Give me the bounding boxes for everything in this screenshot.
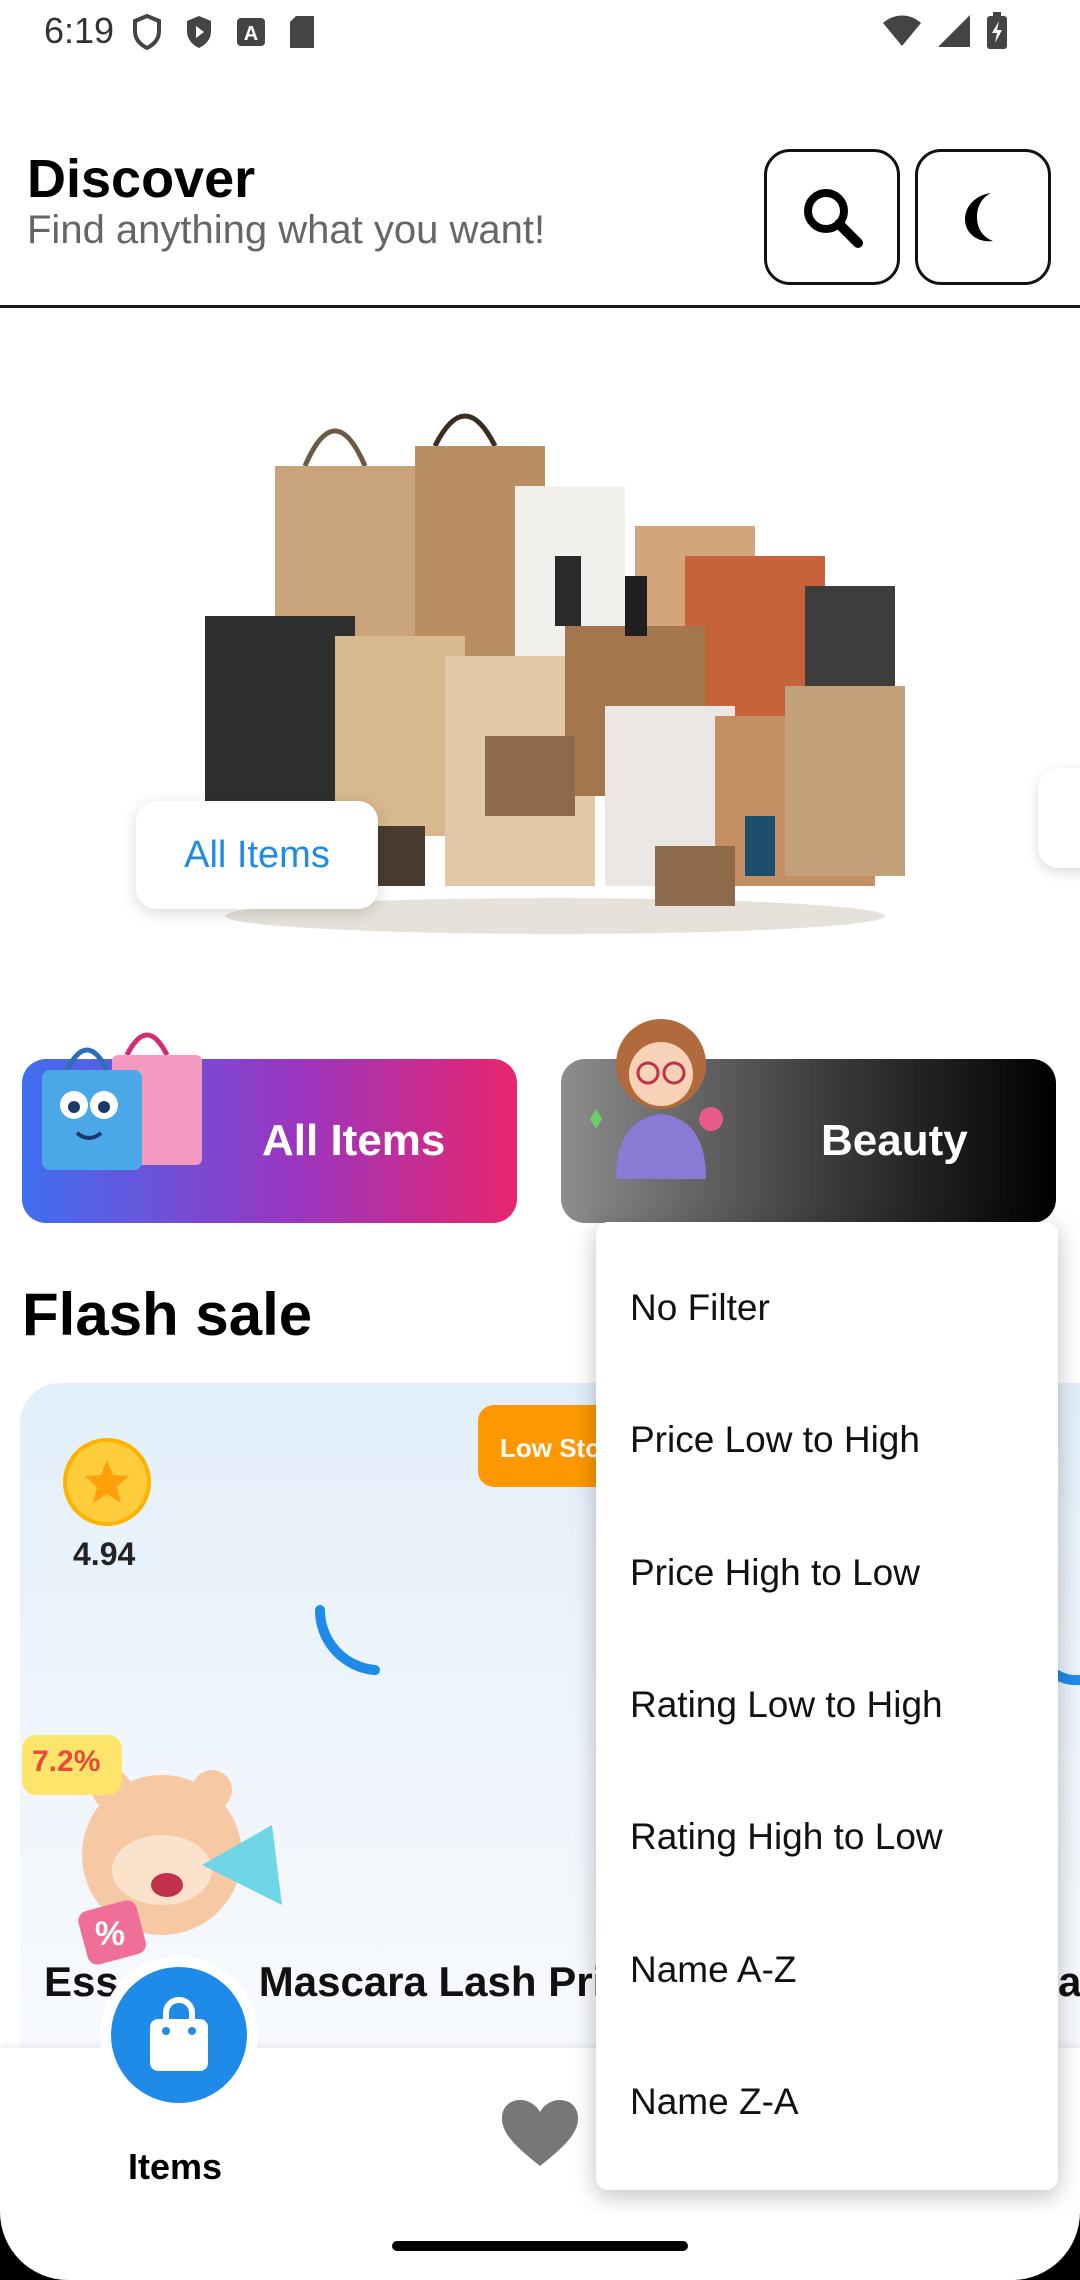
items-tab-label: Items	[128, 2146, 223, 2187]
screen: 6:19 A Discover Find anything what you w…	[0, 0, 1080, 2280]
sd-card-icon	[290, 16, 314, 48]
product-name-end: Mascara Lash Prin	[258, 1958, 630, 2005]
status-time: 6:19	[44, 10, 115, 51]
product-rating: 4.94	[73, 1536, 136, 1572]
page-title: Discover	[27, 149, 256, 209]
header: Discover Find anything what you want!	[0, 130, 1080, 308]
moon-icon	[965, 193, 993, 242]
discount-bear-image: % 7.2%	[22, 1735, 322, 1970]
sort-menu: No Filter Price Low to High Price High t…	[596, 1222, 1058, 2190]
page-subtitle: Find anything what you want!	[27, 208, 546, 252]
heart-icon[interactable]	[500, 2098, 580, 2168]
discount-percent: 7.2%	[32, 1745, 101, 1778]
shopping-bag-icon	[150, 1997, 208, 2071]
product-name-start: Ess	[44, 1958, 119, 2005]
beauty-character-icon	[590, 1019, 723, 1179]
theme-toggle-button[interactable]	[915, 149, 1051, 285]
flash-sale-title: Flash sale	[22, 1281, 313, 1348]
items-tab-button[interactable]	[100, 1956, 258, 2114]
menu-item-rating-high-low[interactable]: Rating High to Low	[596, 1771, 1058, 1903]
svg-text:A: A	[244, 23, 258, 45]
svg-text:%: %	[95, 1915, 125, 1953]
menu-item-name-a-z[interactable]: Name A-Z	[596, 1903, 1058, 2035]
battery-charging-icon	[987, 12, 1007, 49]
rating-star-icon	[63, 1438, 151, 1526]
gift-bags-icon	[42, 1032, 202, 1170]
wifi-icon	[883, 15, 921, 46]
text-a-icon: A	[237, 18, 265, 46]
menu-item-no-filter[interactable]: No Filter	[596, 1242, 1058, 1374]
hero-all-items-button[interactable]: All Items	[136, 801, 378, 909]
search-button[interactable]	[764, 149, 900, 285]
shield-icon	[133, 14, 161, 50]
hero-banner[interactable]: All Items	[0, 311, 1080, 991]
category-all-items[interactable]: All Items	[22, 1032, 517, 1223]
status-icons-left: A	[132, 14, 316, 50]
play-protect-icon	[187, 16, 211, 48]
category-label: All Items	[262, 1116, 446, 1165]
menu-item-rating-low-high[interactable]: Rating Low to High	[596, 1639, 1058, 1771]
menu-item-name-z-a[interactable]: Name Z-A	[596, 2036, 1058, 2168]
loading-spinner-icon	[314, 1605, 380, 1675]
search-icon	[804, 189, 863, 248]
category-beauty[interactable]: Beauty	[561, 1019, 1056, 1223]
next-banner-peek[interactable]	[1038, 768, 1080, 868]
next-product-name: a	[1058, 1958, 1080, 2005]
signal-icon	[938, 15, 970, 47]
menu-item-price-high-low[interactable]: Price High to Low	[596, 1507, 1058, 1639]
home-gesture-bar[interactable]	[392, 2241, 688, 2251]
category-label: Beauty	[821, 1116, 968, 1165]
status-bar: 6:19 A	[0, 0, 1080, 66]
menu-item-price-low-high[interactable]: Price Low to High	[596, 1374, 1058, 1506]
status-icons-right	[882, 12, 1008, 50]
